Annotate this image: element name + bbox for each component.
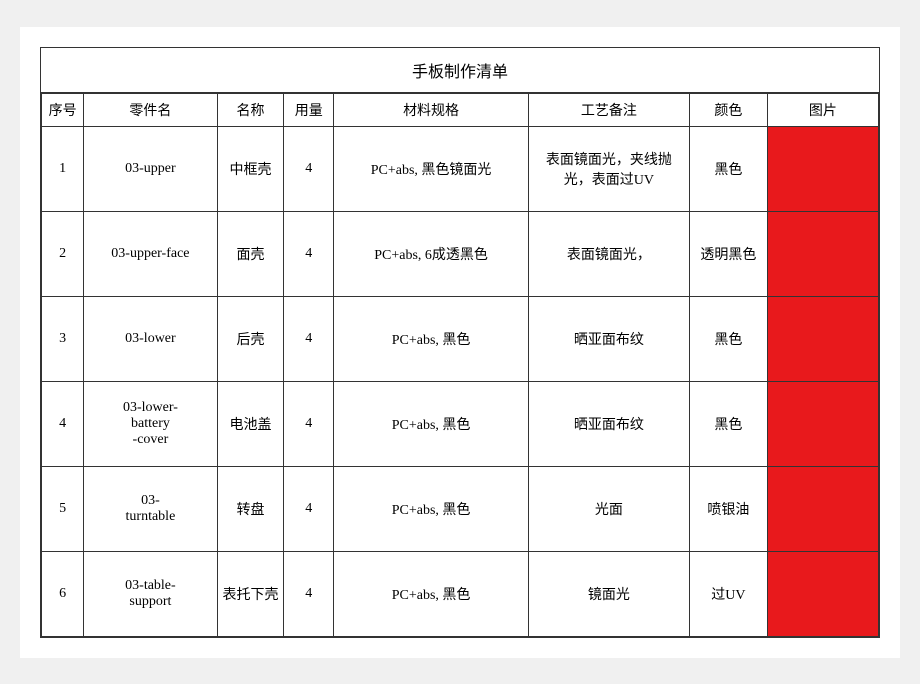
header-spec: 材料规格 <box>334 93 529 126</box>
header-craft: 工艺备注 <box>528 93 689 126</box>
cell-color: 过UV <box>690 551 768 636</box>
cell-qty: 4 <box>284 211 334 296</box>
cell-image <box>767 126 878 211</box>
table-row: 203-upper-face面壳4PC+abs, 6成透黑色表面镜面光，透明黑色 <box>42 211 879 296</box>
table-row: 403-lower-battery-cover电池盖4PC+abs, 黑色晒亚面… <box>42 381 879 466</box>
cell-craft: 晒亚面布纹 <box>528 296 689 381</box>
header-name: 名称 <box>217 93 284 126</box>
cell-image <box>767 551 878 636</box>
header-image: 图片 <box>767 93 878 126</box>
table-container: 手板制作清单 序号 零件名 名称 用量 材料规格 工艺备注 颜色 图片 103-… <box>40 47 880 638</box>
cell-part-code: 03-upper <box>84 126 217 211</box>
page-wrapper: 手板制作清单 序号 零件名 名称 用量 材料规格 工艺备注 颜色 图片 103-… <box>20 27 900 658</box>
cell-part-code: 03-lower <box>84 296 217 381</box>
cell-craft: 镜面光 <box>528 551 689 636</box>
cell-name: 转盘 <box>217 466 284 551</box>
table-row: 503-turntable转盘4PC+abs, 黑色光面喷银油 <box>42 466 879 551</box>
cell-spec: PC+abs, 黑色 <box>334 381 529 466</box>
cell-seq: 1 <box>42 126 84 211</box>
cell-seq: 5 <box>42 466 84 551</box>
cell-craft: 表面镜面光，夹线抛光，表面过UV <box>528 126 689 211</box>
header-qty: 用量 <box>284 93 334 126</box>
table-row: 603-table-support表托下壳4PC+abs, 黑色镜面光过UV <box>42 551 879 636</box>
cell-spec: PC+abs, 黑色镜面光 <box>334 126 529 211</box>
cell-spec: PC+abs, 6成透黑色 <box>334 211 529 296</box>
cell-part-code: 03-table-support <box>84 551 217 636</box>
cell-color: 喷银油 <box>690 466 768 551</box>
header-color: 颜色 <box>690 93 768 126</box>
cell-part-code: 03-turntable <box>84 466 217 551</box>
cell-seq: 6 <box>42 551 84 636</box>
cell-image <box>767 211 878 296</box>
cell-seq: 2 <box>42 211 84 296</box>
table-title: 手板制作清单 <box>41 48 879 93</box>
cell-part-code: 03-upper-face <box>84 211 217 296</box>
cell-name: 面壳 <box>217 211 284 296</box>
cell-craft: 表面镜面光， <box>528 211 689 296</box>
cell-name: 表托下壳 <box>217 551 284 636</box>
cell-seq: 3 <box>42 296 84 381</box>
cell-color: 黑色 <box>690 381 768 466</box>
cell-part-code: 03-lower-battery-cover <box>84 381 217 466</box>
cell-seq: 4 <box>42 381 84 466</box>
header-part-code: 零件名 <box>84 93 217 126</box>
cell-name: 电池盖 <box>217 381 284 466</box>
cell-qty: 4 <box>284 126 334 211</box>
cell-craft: 晒亚面布纹 <box>528 381 689 466</box>
cell-spec: PC+abs, 黑色 <box>334 466 529 551</box>
cell-image <box>767 466 878 551</box>
cell-color: 透明黑色 <box>690 211 768 296</box>
cell-spec: PC+abs, 黑色 <box>334 296 529 381</box>
cell-color: 黑色 <box>690 126 768 211</box>
header-seq: 序号 <box>42 93 84 126</box>
main-table: 序号 零件名 名称 用量 材料规格 工艺备注 颜色 图片 103-upper中框… <box>41 93 879 637</box>
cell-image <box>767 381 878 466</box>
cell-qty: 4 <box>284 296 334 381</box>
cell-name: 后壳 <box>217 296 284 381</box>
cell-qty: 4 <box>284 381 334 466</box>
header-row: 序号 零件名 名称 用量 材料规格 工艺备注 颜色 图片 <box>42 93 879 126</box>
table-row: 303-lower后壳4PC+abs, 黑色晒亚面布纹黑色 <box>42 296 879 381</box>
cell-qty: 4 <box>284 551 334 636</box>
cell-name: 中框壳 <box>217 126 284 211</box>
table-row: 103-upper中框壳4PC+abs, 黑色镜面光表面镜面光，夹线抛光，表面过… <box>42 126 879 211</box>
cell-spec: PC+abs, 黑色 <box>334 551 529 636</box>
cell-craft: 光面 <box>528 466 689 551</box>
cell-color: 黑色 <box>690 296 768 381</box>
cell-qty: 4 <box>284 466 334 551</box>
cell-image <box>767 296 878 381</box>
